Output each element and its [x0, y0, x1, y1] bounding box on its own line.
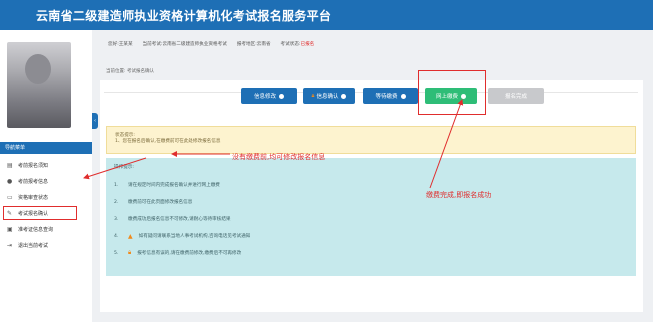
exit-icon: ⇥ — [7, 241, 13, 249]
id-card-icon: ▣ — [7, 225, 13, 233]
sidebar-item-exam-notice[interactable]: ▤ 考前报名须知 — [0, 158, 92, 172]
operation-tips-title: 操作提示: — [114, 165, 134, 170]
sidebar-item-label: 考前报名须知 — [18, 162, 49, 169]
edit-icon: ✎ — [7, 209, 13, 217]
operation-tips: 操作提示: 1. 请在规定时间内完成报名确认并进行网上缴费 2. 缴费前可在此页面修… — [106, 158, 636, 276]
sidebar-item-label: 退出当前考试 — [18, 242, 49, 249]
status-notice: 状态提示: 1、您在报名后确认,在缴费前可在此处修改报名信息 — [106, 126, 636, 154]
list-item: 4. ▲ 如有疑问请联系当地人事考试机构,咨询电话见考试通知 — [114, 232, 251, 240]
sidebar-item-registration-confirm[interactable]: ✎ 考试报名确认 — [3, 206, 77, 220]
platform-title: 云南省二级建造师执业资格计算机化考试报名服务平台 — [36, 9, 332, 23]
top-header: 云南省二级建造师执业资格计算机化考试报名服务平台 — [0, 0, 653, 30]
monitor-icon: ▭ — [7, 193, 13, 201]
sidebar-item-label: 准考证信息查询 — [18, 226, 54, 233]
exam-status: 考试状态:已报名 — [280, 42, 315, 47]
list-item: 5. 🔒︎ 报考信息有误的,请在缴费前修改,缴费后不可再修改 — [114, 249, 242, 256]
step-await-payment-button[interactable]: 等待缴费 — [363, 88, 418, 104]
menu-header: 导航菜单 — [0, 142, 92, 154]
info-icon: ● — [7, 177, 13, 185]
current-exam: 当前考试:云南省二级建造师执业资格考试 — [142, 42, 227, 47]
warning-icon: ▲ — [128, 232, 133, 240]
user-info: 您好:王某某 — [108, 42, 133, 47]
step-confirm-info-button[interactable]: 🔒︎ 信息确认 — [303, 88, 355, 104]
step-circle-icon — [279, 93, 284, 99]
annotation-unpaid: 没有缴费前,均可修改报名信息 — [232, 153, 326, 161]
sidebar-item-label: 考试报名确认 — [18, 210, 49, 217]
step-circle-icon — [341, 93, 347, 99]
sidebar-item-exit-exam[interactable]: ⇥ 退出当前考试 — [0, 238, 92, 252]
sidebar-item-review-status[interactable]: ▭ 资格审查状态 — [0, 190, 92, 204]
sidebar-item-admission-ticket[interactable]: ▣ 准考证信息查询 — [0, 222, 92, 236]
step-registration-complete-button: 报名完成 — [488, 88, 544, 104]
step-edit-info-button[interactable]: 信息修改 — [241, 88, 297, 104]
annotation-paid: 缴费完成,即报名成功 — [426, 191, 492, 199]
sidebar-item-label: 考前报考信息 — [18, 178, 49, 185]
list-item: 1. 请在规定时间内完成报名确认并进行网上缴费 — [114, 182, 220, 189]
notice-text: 1、您在报名后确认,在缴费前可在此处修改报名信息 — [115, 139, 221, 144]
sidebar-item-label: 资格审查状态 — [18, 194, 49, 201]
sidebar-item-exam-info[interactable]: ● 考前报考信息 — [0, 174, 92, 188]
sidebar: 导航菜单 ▤ 考前报名须知 ● 考前报考信息 ▭ 资格审查状态 ✎ 考试报名确认… — [0, 30, 92, 322]
step-circle-icon — [400, 93, 406, 99]
sidebar-menu: ▤ 考前报名须知 ● 考前报考信息 ▭ 资格审查状态 ✎ 考试报名确认 ▣ 准考… — [0, 158, 92, 254]
document-icon: ▤ — [7, 161, 13, 169]
list-item: 2. 缴费前可在此页面修改报名信息 — [114, 199, 193, 206]
lock-icon: 🔒︎ — [311, 92, 315, 99]
list-item: 3. 缴费成功后报名信息不可修改,请耐心等待审核结果 — [114, 216, 231, 223]
breadcrumb: 当前位置: 考试报名确认 — [106, 69, 154, 74]
user-info-bar: 您好:王某某 当前考试:云南省二级建造师执业资格考试 报考地区:云南省 考试状态… — [98, 38, 653, 50]
avatar — [7, 42, 71, 128]
main-content: 您好:王某某 当前考试:云南省二级建造师执业资格考试 报考地区:云南省 考试状态… — [98, 30, 653, 322]
annotation-highlight-box — [418, 70, 486, 115]
lock-icon: 🔒︎ — [128, 249, 132, 256]
exam-region: 报考地区:云南省 — [236, 42, 271, 47]
